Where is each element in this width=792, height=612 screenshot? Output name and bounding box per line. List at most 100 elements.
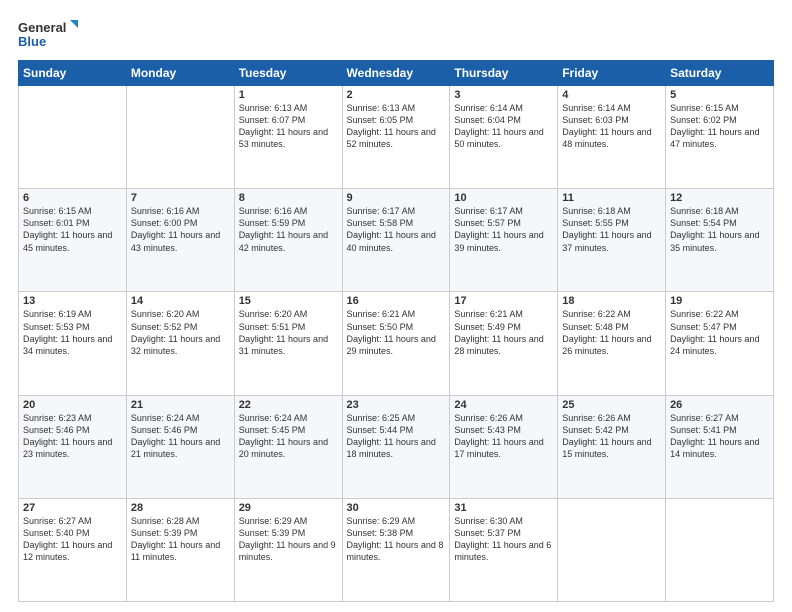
day-info: Sunrise: 6:26 AMSunset: 5:43 PMDaylight:…	[454, 412, 553, 461]
day-number: 24	[454, 399, 553, 411]
calendar-cell: 24Sunrise: 6:26 AMSunset: 5:43 PMDayligh…	[450, 395, 558, 498]
day-info: Sunrise: 6:25 AMSunset: 5:44 PMDaylight:…	[347, 412, 446, 461]
day-info: Sunrise: 6:14 AMSunset: 6:03 PMDaylight:…	[562, 102, 661, 151]
calendar-cell: 7Sunrise: 6:16 AMSunset: 6:00 PMDaylight…	[126, 189, 234, 292]
day-info: Sunrise: 6:24 AMSunset: 5:46 PMDaylight:…	[131, 412, 230, 461]
svg-text:Blue: Blue	[18, 34, 46, 49]
calendar-cell: 8Sunrise: 6:16 AMSunset: 5:59 PMDaylight…	[234, 189, 342, 292]
calendar-cell	[666, 498, 774, 601]
day-number: 1	[239, 89, 338, 101]
calendar-week-row: 27Sunrise: 6:27 AMSunset: 5:40 PMDayligh…	[19, 498, 774, 601]
day-info: Sunrise: 6:18 AMSunset: 5:55 PMDaylight:…	[562, 205, 661, 254]
calendar-cell: 4Sunrise: 6:14 AMSunset: 6:03 PMDaylight…	[558, 86, 666, 189]
day-number: 21	[131, 399, 230, 411]
day-info: Sunrise: 6:26 AMSunset: 5:42 PMDaylight:…	[562, 412, 661, 461]
day-number: 2	[347, 89, 446, 101]
day-number: 25	[562, 399, 661, 411]
day-info: Sunrise: 6:24 AMSunset: 5:45 PMDaylight:…	[239, 412, 338, 461]
day-number: 3	[454, 89, 553, 101]
day-number: 6	[23, 192, 122, 204]
calendar-header-wednesday: Wednesday	[342, 61, 450, 86]
day-number: 4	[562, 89, 661, 101]
day-info: Sunrise: 6:29 AMSunset: 5:39 PMDaylight:…	[239, 515, 338, 564]
day-info: Sunrise: 6:15 AMSunset: 6:02 PMDaylight:…	[670, 102, 769, 151]
day-info: Sunrise: 6:30 AMSunset: 5:37 PMDaylight:…	[454, 515, 553, 564]
day-info: Sunrise: 6:20 AMSunset: 5:52 PMDaylight:…	[131, 308, 230, 357]
calendar-cell: 20Sunrise: 6:23 AMSunset: 5:46 PMDayligh…	[19, 395, 127, 498]
day-info: Sunrise: 6:23 AMSunset: 5:46 PMDaylight:…	[23, 412, 122, 461]
calendar-header-friday: Friday	[558, 61, 666, 86]
day-number: 8	[239, 192, 338, 204]
calendar-cell: 19Sunrise: 6:22 AMSunset: 5:47 PMDayligh…	[666, 292, 774, 395]
day-info: Sunrise: 6:21 AMSunset: 5:50 PMDaylight:…	[347, 308, 446, 357]
day-info: Sunrise: 6:15 AMSunset: 6:01 PMDaylight:…	[23, 205, 122, 254]
calendar-cell: 12Sunrise: 6:18 AMSunset: 5:54 PMDayligh…	[666, 189, 774, 292]
day-number: 27	[23, 502, 122, 514]
day-info: Sunrise: 6:13 AMSunset: 6:05 PMDaylight:…	[347, 102, 446, 151]
logo: General Blue	[18, 16, 78, 52]
day-number: 28	[131, 502, 230, 514]
calendar-cell: 16Sunrise: 6:21 AMSunset: 5:50 PMDayligh…	[342, 292, 450, 395]
day-number: 5	[670, 89, 769, 101]
day-number: 26	[670, 399, 769, 411]
day-number: 19	[670, 295, 769, 307]
calendar-cell: 17Sunrise: 6:21 AMSunset: 5:49 PMDayligh…	[450, 292, 558, 395]
day-info: Sunrise: 6:28 AMSunset: 5:39 PMDaylight:…	[131, 515, 230, 564]
day-number: 13	[23, 295, 122, 307]
calendar-cell	[558, 498, 666, 601]
calendar-cell: 21Sunrise: 6:24 AMSunset: 5:46 PMDayligh…	[126, 395, 234, 498]
day-number: 14	[131, 295, 230, 307]
calendar-cell: 5Sunrise: 6:15 AMSunset: 6:02 PMDaylight…	[666, 86, 774, 189]
calendar-cell: 6Sunrise: 6:15 AMSunset: 6:01 PMDaylight…	[19, 189, 127, 292]
calendar-cell: 30Sunrise: 6:29 AMSunset: 5:38 PMDayligh…	[342, 498, 450, 601]
day-info: Sunrise: 6:22 AMSunset: 5:48 PMDaylight:…	[562, 308, 661, 357]
day-number: 17	[454, 295, 553, 307]
svg-text:General: General	[18, 20, 66, 35]
day-number: 29	[239, 502, 338, 514]
calendar-week-row: 20Sunrise: 6:23 AMSunset: 5:46 PMDayligh…	[19, 395, 774, 498]
day-info: Sunrise: 6:16 AMSunset: 5:59 PMDaylight:…	[239, 205, 338, 254]
page: General Blue SundayMondayTuesdayWednesda…	[0, 0, 792, 612]
calendar-header-sunday: Sunday	[19, 61, 127, 86]
day-info: Sunrise: 6:20 AMSunset: 5:51 PMDaylight:…	[239, 308, 338, 357]
calendar-week-row: 13Sunrise: 6:19 AMSunset: 5:53 PMDayligh…	[19, 292, 774, 395]
calendar-cell: 23Sunrise: 6:25 AMSunset: 5:44 PMDayligh…	[342, 395, 450, 498]
calendar-cell: 26Sunrise: 6:27 AMSunset: 5:41 PMDayligh…	[666, 395, 774, 498]
day-number: 15	[239, 295, 338, 307]
day-number: 16	[347, 295, 446, 307]
calendar-cell: 15Sunrise: 6:20 AMSunset: 5:51 PMDayligh…	[234, 292, 342, 395]
day-number: 22	[239, 399, 338, 411]
calendar-cell: 25Sunrise: 6:26 AMSunset: 5:42 PMDayligh…	[558, 395, 666, 498]
calendar-cell: 13Sunrise: 6:19 AMSunset: 5:53 PMDayligh…	[19, 292, 127, 395]
day-info: Sunrise: 6:29 AMSunset: 5:38 PMDaylight:…	[347, 515, 446, 564]
day-number: 23	[347, 399, 446, 411]
calendar-cell: 29Sunrise: 6:29 AMSunset: 5:39 PMDayligh…	[234, 498, 342, 601]
calendar-week-row: 1Sunrise: 6:13 AMSunset: 6:07 PMDaylight…	[19, 86, 774, 189]
day-number: 31	[454, 502, 553, 514]
day-number: 11	[562, 192, 661, 204]
calendar-cell: 3Sunrise: 6:14 AMSunset: 6:04 PMDaylight…	[450, 86, 558, 189]
calendar-cell: 9Sunrise: 6:17 AMSunset: 5:58 PMDaylight…	[342, 189, 450, 292]
calendar-header-thursday: Thursday	[450, 61, 558, 86]
day-info: Sunrise: 6:13 AMSunset: 6:07 PMDaylight:…	[239, 102, 338, 151]
calendar-cell: 11Sunrise: 6:18 AMSunset: 5:55 PMDayligh…	[558, 189, 666, 292]
day-info: Sunrise: 6:14 AMSunset: 6:04 PMDaylight:…	[454, 102, 553, 151]
calendar-header-monday: Monday	[126, 61, 234, 86]
calendar-table: SundayMondayTuesdayWednesdayThursdayFrid…	[18, 60, 774, 602]
day-number: 18	[562, 295, 661, 307]
header: General Blue	[18, 16, 774, 52]
calendar-cell: 18Sunrise: 6:22 AMSunset: 5:48 PMDayligh…	[558, 292, 666, 395]
calendar-header-tuesday: Tuesday	[234, 61, 342, 86]
day-number: 20	[23, 399, 122, 411]
day-number: 9	[347, 192, 446, 204]
day-number: 7	[131, 192, 230, 204]
day-info: Sunrise: 6:17 AMSunset: 5:57 PMDaylight:…	[454, 205, 553, 254]
day-info: Sunrise: 6:18 AMSunset: 5:54 PMDaylight:…	[670, 205, 769, 254]
calendar-body: 1Sunrise: 6:13 AMSunset: 6:07 PMDaylight…	[19, 86, 774, 602]
day-info: Sunrise: 6:19 AMSunset: 5:53 PMDaylight:…	[23, 308, 122, 357]
calendar-cell: 31Sunrise: 6:30 AMSunset: 5:37 PMDayligh…	[450, 498, 558, 601]
calendar-cell: 28Sunrise: 6:28 AMSunset: 5:39 PMDayligh…	[126, 498, 234, 601]
calendar-header-row: SundayMondayTuesdayWednesdayThursdayFrid…	[19, 61, 774, 86]
logo-svg: General Blue	[18, 16, 78, 52]
calendar-cell: 2Sunrise: 6:13 AMSunset: 6:05 PMDaylight…	[342, 86, 450, 189]
